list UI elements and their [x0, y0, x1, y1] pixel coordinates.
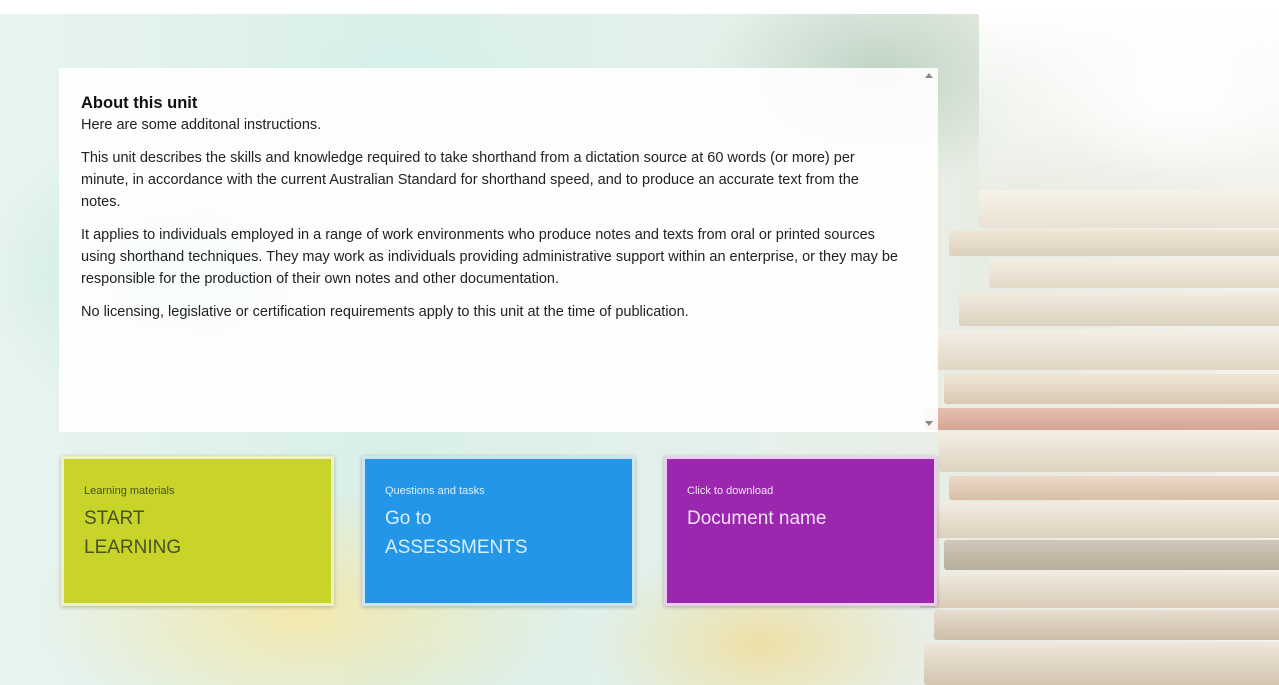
- page: About this unit Here are some additonal …: [0, 0, 1279, 685]
- about-title: About this unit: [81, 94, 198, 112]
- tile-label: Go to ASSESSMENTS: [385, 508, 528, 558]
- about-panel: About this unit Here are some additonal …: [59, 68, 938, 432]
- about-content: About this unit Here are some additonal …: [59, 68, 921, 432]
- scroll-up-arrow-icon[interactable]: [925, 73, 933, 78]
- tile-label: Document name: [687, 508, 827, 529]
- about-paragraph-1: This unit describes the skills and knowl…: [81, 150, 859, 210]
- scroll-down-arrow-icon[interactable]: [925, 421, 933, 426]
- scrollbar[interactable]: [921, 68, 938, 432]
- tile-subtitle: Learning materials: [84, 485, 175, 497]
- about-intro: Here are some additonal instructions.: [81, 117, 322, 133]
- tile-subtitle: Click to download: [687, 485, 774, 497]
- tile-label: START LEARNING: [84, 508, 182, 558]
- about-paragraph-3: No licensing, legislative or certificati…: [81, 304, 689, 320]
- tile-subtitle: Questions and tasks: [385, 485, 485, 497]
- start-learning-tile[interactable]: Learning materials START LEARNING: [61, 456, 334, 606]
- about-paragraph-2: It applies to individuals employed in a …: [81, 227, 898, 287]
- download-document-tile[interactable]: Click to download Document name: [664, 456, 937, 606]
- go-to-assessments-tile[interactable]: Questions and tasks Go to ASSESSMENTS: [362, 456, 635, 606]
